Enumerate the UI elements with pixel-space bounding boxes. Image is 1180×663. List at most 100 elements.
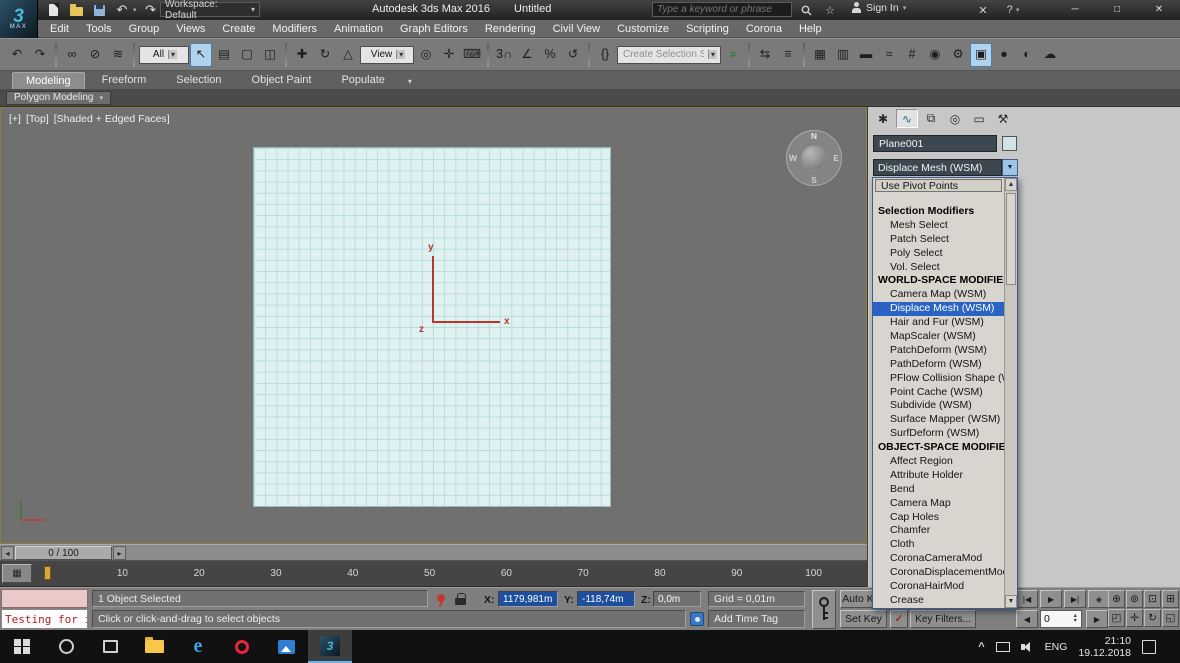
select-and-scale-icon[interactable]: △ [337,43,359,67]
viewcube-west[interactable]: W [789,153,797,163]
modifier-list-item[interactable]: Camera Map (WSM) [873,288,1004,302]
modifier-list-item[interactable]: Bend [873,483,1004,497]
display-icon[interactable] [996,642,1010,652]
x-coordinate-field[interactable]: 1179,981m [498,591,558,607]
motion-tab-icon[interactable]: ◎ [944,109,966,128]
save-file-icon[interactable] [90,2,108,18]
menu-item[interactable]: Tools [86,23,112,35]
task-view-button[interactable] [88,630,132,663]
previous-frame-arrow-icon[interactable] [1,546,14,560]
menu-item[interactable]: Group [129,23,160,35]
modifier-list-item[interactable]: Chamfer [873,524,1004,538]
viewport-pov-menu[interactable]: [Top] [26,113,49,125]
menu-item[interactable]: Civil View [553,23,600,35]
mirror-icon[interactable]: ⇆ [754,43,776,67]
modifier-list-item[interactable]: Poly Select [873,247,1004,261]
previous-frame-icon[interactable]: ◀ [1016,610,1038,628]
viewcube-south[interactable]: S [811,175,817,185]
select-and-link-icon[interactable]: ∞ [61,43,83,67]
key-mode-toggle-icon[interactable]: ◈ [1088,590,1110,608]
3ds-max-taskbar-button[interactable]: 3 [308,630,352,663]
dropdown-scrollbar[interactable] [1004,178,1017,608]
language-indicator[interactable]: ENG [1045,641,1068,653]
select-and-manipulate-icon[interactable]: ✛ [438,43,460,67]
use-pivot-center-icon[interactable]: ◎ [415,43,437,67]
ribbon-tab[interactable]: Freeform [89,72,160,89]
ribbon-minimize-icon[interactable]: ▾ [408,77,412,89]
create-tab-icon[interactable]: ✱ [872,109,894,128]
zoom-extents-icon[interactable]: ⊡ [1144,590,1161,608]
modifier-list-item[interactable]: PathDeform (WSM) [873,358,1004,372]
selection-lock-icon[interactable] [455,593,467,606]
select-and-move-icon[interactable]: ✚ [291,43,313,67]
menu-item[interactable]: Animation [334,23,383,35]
play-icon[interactable]: ▶ [1040,590,1062,608]
edge-button[interactable]: e [176,630,220,663]
select-object-icon[interactable]: ↖ [190,43,212,67]
volume-icon[interactable] [1021,641,1034,653]
ribbon-tab[interactable]: Selection [163,72,234,89]
set-keys-button[interactable] [812,590,836,629]
set-key-button[interactable]: Set Key [840,610,887,628]
angle-snap-icon[interactable]: ∠ [516,43,538,67]
search-icon[interactable] [797,2,815,18]
open-file-icon[interactable] [67,2,85,18]
hierarchy-tab-icon[interactable]: ⧉ [920,109,942,128]
render-setup-icon[interactable]: ⚙ [947,43,969,67]
modifier-list-item[interactable]: Affect Region [873,455,1004,469]
polygon-modeling-button[interactable]: Polygon Modeling [6,91,111,105]
modifier-list-item[interactable]: Mesh Select [873,219,1004,233]
ribbon-tab[interactable]: Object Paint [239,72,325,89]
object-name-field[interactable]: Plane001 [873,135,997,152]
maxscript-listener-input[interactable]: Testing for i [1,609,88,629]
object-color-swatch[interactable] [1002,136,1017,151]
search-input[interactable] [652,2,792,17]
modifier-list-item[interactable]: Crease [873,594,1004,608]
modify-tab-icon[interactable]: ∿ [896,109,918,128]
photos-button[interactable] [264,630,308,663]
manage-selection-sets-icon[interactable]: » [722,43,744,67]
sign-in-button[interactable]: Sign In [850,2,906,14]
set-key-filters-check-icon[interactable]: ✓ [890,610,908,628]
modifier-list-item[interactable]: Subdivide (WSM) [873,399,1004,413]
menu-item[interactable]: Help [799,23,822,35]
schematic-view-icon[interactable]: # [901,43,923,67]
pan-icon[interactable]: ✛ [1126,609,1143,627]
menu-item[interactable]: Graph Editors [400,23,468,35]
menu-item[interactable]: Corona [746,23,782,35]
close-infocenter-icon[interactable]: ✕ [975,2,991,18]
cortana-button[interactable] [44,630,88,663]
zoom-all-icon[interactable]: ⊚ [1126,590,1143,608]
rendered-frame-icon[interactable]: ▣ [970,43,992,67]
menu-item[interactable]: Create [222,23,255,35]
go-to-end-icon[interactable]: ▶| [1064,590,1086,608]
modifier-list-item[interactable]: SurfDeform (WSM) [873,427,1004,441]
viewcube[interactable]: N S W E [786,130,842,186]
modifier-list-item[interactable]: CoronaHairMod [873,580,1004,594]
new-scene-icon[interactable] [44,2,62,18]
undo-scene-icon[interactable] [113,2,131,18]
minimize-button[interactable]: ─ [1060,0,1090,19]
mini-curve-editor-button[interactable] [2,564,32,583]
current-frame-field[interactable]: 0 ▲▼ [1040,610,1082,628]
spinner-snap-icon[interactable]: ↺ [562,43,584,67]
key-filters-button[interactable]: Key Filters... [910,610,976,628]
spinner-arrows-icon[interactable]: ▲▼ [1073,614,1078,624]
cloud-render-icon[interactable]: ☁ [1039,43,1061,67]
scroll-up-icon[interactable] [1005,178,1017,191]
maximize-button[interactable]: □ [1102,0,1132,19]
scroll-down-icon[interactable] [1005,595,1017,608]
zoom-extents-all-icon[interactable]: ⊞ [1162,590,1179,608]
viewport-top[interactable]: [+] [Top] [Shaded + Edged Faces] y x z N… [0,107,867,544]
viewcube-core[interactable] [801,145,827,171]
file-explorer-button[interactable] [132,630,176,663]
undo-icon[interactable]: ↶ [6,43,28,67]
clock[interactable]: 21:10 19.12.2018 [1078,635,1131,659]
modifier-list-item[interactable]: Surface Mapper (WSM) [873,413,1004,427]
viewport-general-menu[interactable]: [+] [9,113,21,125]
window-crossing-icon[interactable]: ◫ [259,43,281,67]
ribbon-tab[interactable]: Populate [328,72,397,89]
keyboard-override-icon[interactable]: ⌨ [461,43,483,67]
modifier-list-item[interactable]: CoronaDisplacementMod [873,566,1004,580]
select-and-rotate-icon[interactable]: ↻ [314,43,336,67]
